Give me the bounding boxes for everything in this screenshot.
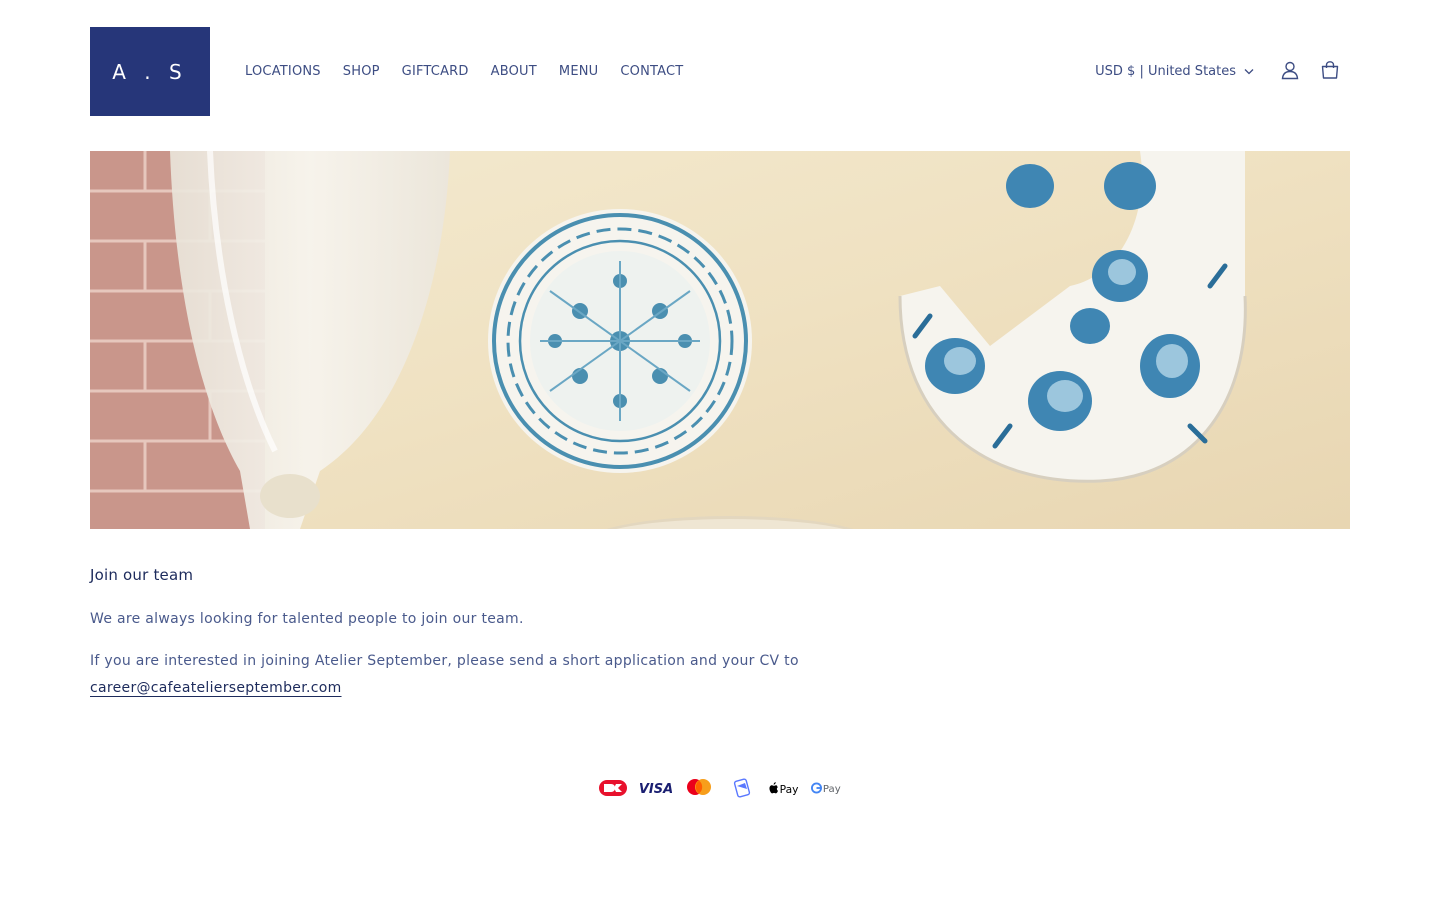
visa-label: VISA [640,782,672,795]
nav-item-giftcard[interactable]: GIFTCARD [402,64,469,79]
account-icon [1280,60,1300,84]
site-header: A . S LOCATIONS SHOP GIFTCARD ABOUT MENU… [90,27,1350,116]
apple-pay-label: Pay [780,783,799,796]
careers-section: Join our team We are always looking for … [90,566,890,717]
account-button[interactable] [1270,52,1310,92]
mastercard-icon [682,776,715,800]
main-nav: LOCATIONS SHOP GIFTCARD ABOUT MENU CONTA… [245,27,683,116]
application-paragraph: If you are interested in joining Atelier… [90,648,890,702]
nav-item-menu[interactable]: MENU [559,64,598,79]
currency-selector[interactable]: USD $ | United States [1095,64,1254,79]
chevron-down-icon [1244,64,1254,79]
cart-button[interactable] [1310,52,1350,92]
apple-pay-icon: Pay [768,776,801,800]
mobilepay-icon [725,776,758,800]
visa-icon: VISA [639,776,672,800]
payment-methods: VISA Pay Pay [0,776,1440,800]
career-email-link[interactable]: career@cafeatelierseptember.com [90,680,342,696]
cart-icon [1320,60,1340,84]
header-actions: USD $ | United States [1095,27,1350,116]
application-text: If you are interested in joining Atelier… [90,653,799,669]
intro-paragraph: We are always looking for talented peopl… [90,611,524,627]
dankort-icon [596,776,629,800]
hero-image [90,151,1350,529]
section-title: Join our team [90,566,194,584]
nav-item-locations[interactable]: LOCATIONS [245,64,321,79]
site-logo[interactable]: A . S [90,27,210,116]
google-pay-label: Pay [823,784,841,795]
currency-label: USD $ | United States [1095,64,1236,79]
nav-item-contact[interactable]: CONTACT [620,64,683,79]
google-pay-icon: Pay [811,776,844,800]
nav-item-shop[interactable]: SHOP [343,64,380,79]
nav-item-about[interactable]: ABOUT [491,64,537,79]
